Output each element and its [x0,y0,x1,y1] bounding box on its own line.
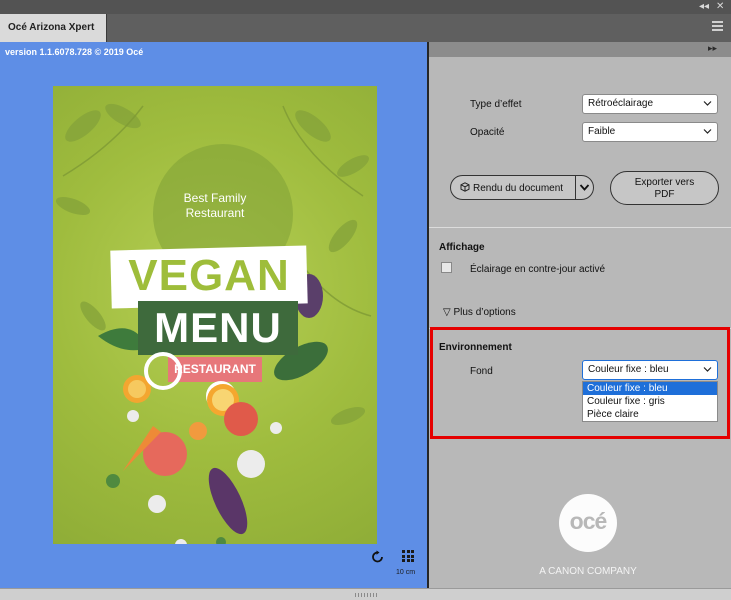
environment-highlight-box [430,327,730,439]
poster-word-restaurant: RESTAURANT [174,362,256,376]
section-divider [429,227,731,228]
poster-tagline: Best Family Restaurant [183,191,247,220]
version-label: version 1.1.6078.728 © 2019 Océ [5,47,144,57]
preview-panel: version 1.1.6078.728 © 2019 Océ Best Fam… [0,42,427,588]
tab-bar: Océ Arizona Xpert [0,14,731,42]
scale-label: 10 cm [396,569,416,576]
tab-oce-arizona-xpert[interactable]: Océ Arizona Xpert [0,14,107,42]
more-options-toggle[interactable]: ▽ Plus d’options [443,307,516,318]
opacity-select[interactable]: Faible [582,122,718,142]
chevron-down-icon [703,101,712,106]
opacity-label: Opacité [470,127,505,138]
grid-icon[interactable] [402,550,414,562]
cube-icon [460,182,470,192]
rotate-icon[interactable] [371,550,385,564]
poster-word-menu: MENU [154,304,282,351]
brand-tagline: A CANON COMPANY [539,566,637,577]
hamburger-menu-icon[interactable] [712,21,723,33]
settings-panel-header: ▸▸ [429,42,731,57]
poster-preview: Best Family Restaurant VEGAN MENU RESTAU… [53,86,377,544]
resize-grip[interactable] [355,593,377,597]
export-pdf-button[interactable]: Exporter vers PDF [610,171,719,205]
chevron-down-icon [703,129,712,134]
window-title-strip: ◂◂ ✕ [0,0,731,14]
poster-word-vegan: VEGAN [128,251,290,300]
effect-type-select[interactable]: Rétroéclairage [582,94,718,114]
close-icon[interactable]: ✕ [716,1,724,13]
backlight-checkbox-label: Éclairage en contre-jour activé [470,264,606,275]
display-section-title: Affichage [439,242,485,253]
chevron-down-icon[interactable] [579,183,590,192]
backlight-checkbox[interactable] [441,262,452,273]
settings-panel: ▸▸ Type d’effet Rétroéclairage Opacité F… [429,42,731,588]
oce-logo: océ [559,494,617,552]
render-document-label: Rendu du document [473,183,564,194]
collapse-panel-icon[interactable]: ◂◂ [699,1,709,13]
bottom-status-bar [0,588,731,600]
effect-type-label: Type d’effet [470,99,522,110]
render-document-button[interactable]: Rendu du document [450,175,594,200]
expand-panel-icon[interactable]: ▸▸ [708,43,717,54]
